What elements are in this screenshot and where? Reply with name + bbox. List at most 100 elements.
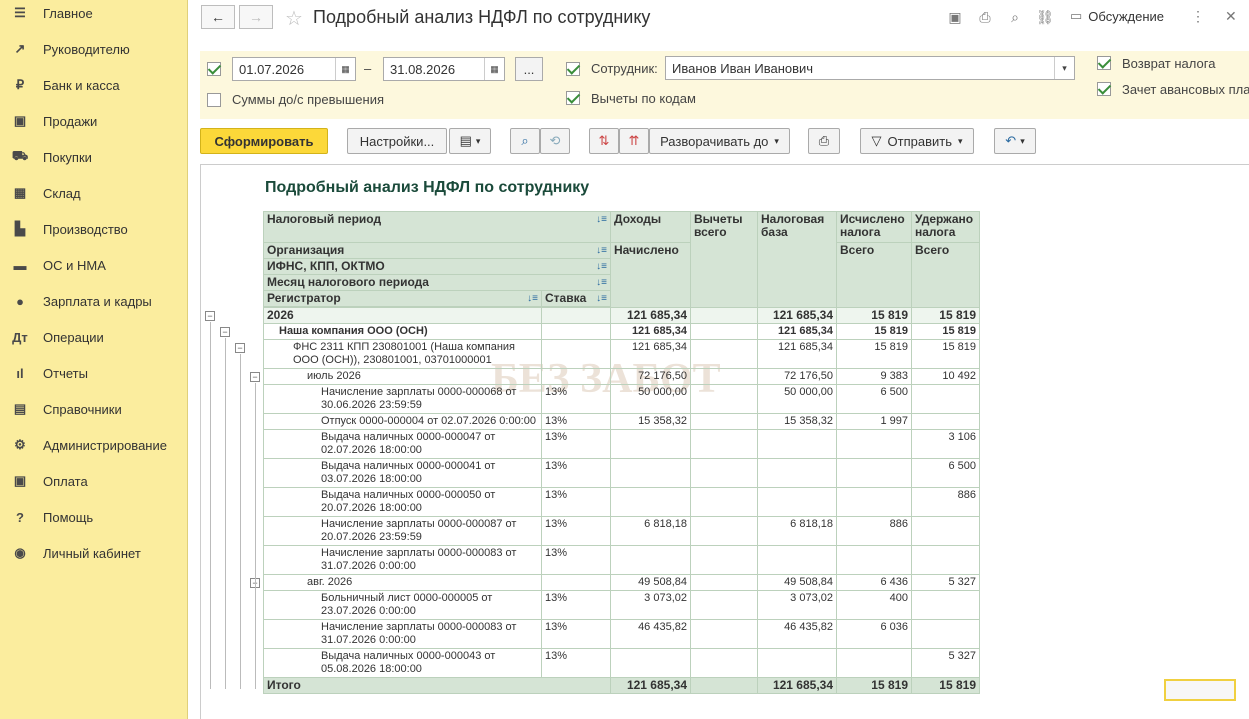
period-select-button[interactable]: ... [515, 57, 543, 81]
row-base [757, 487, 837, 517]
row-rate: 13% [541, 429, 611, 459]
table-row[interactable]: ФНС 2311 КПП 230801001 (Наша компания ОО… [263, 339, 980, 369]
row-ded [690, 413, 758, 430]
print-button[interactable]: ⎙ [808, 128, 840, 154]
expand-to-button[interactable]: Разворачивать до ▾ [649, 128, 790, 154]
header-calc-sub: Всего [836, 242, 912, 308]
sidebar-item-6[interactable]: ▙ Производство [0, 215, 188, 243]
back-button[interactable]: ← [201, 5, 235, 29]
sidebar-item-11[interactable]: ▤ Справочники [0, 395, 188, 423]
sort-icon[interactable]: ↓≡ [596, 260, 607, 273]
sort-icon[interactable]: ↓≡ [596, 292, 607, 305]
row-income: 50 000,00 [610, 384, 691, 414]
table-row[interactable]: Выдача наличных 0000-000041 от 03.07.202… [263, 458, 980, 488]
table-row[interactable]: Начисление зарплаты 0000-000068 от 30.06… [263, 384, 980, 414]
employee-field[interactable]: Иванов Иван Иванович ▾ [665, 56, 1075, 80]
sidebar-item-label: Руководителю [43, 41, 130, 57]
command-bar: Сформировать Настройки... ▤ ▾ ⌕ ⟲ ⇅ ⇈ Раз… [188, 125, 1249, 159]
variants-button[interactable]: ▤ ▾ [449, 128, 491, 154]
star-icon[interactable]: ☆ [285, 6, 303, 31]
table-row[interactable]: Начисление зарплаты 0000-000087 от 20.07… [263, 516, 980, 546]
table-row[interactable]: июль 2026 72 176,50 72 176,50 9 383 10 492 [263, 368, 980, 385]
table-row[interactable]: Наша компания ООО (ОСН) 121 685,34 121 685… [263, 323, 980, 340]
sums-label: Суммы до/с превышения [232, 92, 385, 107]
sidebar-item-15[interactable]: ◉ Личный кабинет [0, 539, 188, 567]
table-row[interactable]: Начисление зарплаты 0000-000083 от 31.07… [263, 619, 980, 649]
table-row[interactable]: Выдача наличных 0000-000050 от 20.07.202… [263, 487, 980, 517]
printer-icon: ⎙ [818, 133, 830, 148]
sidebar-item-7[interactable]: ▬ ОС и НМА [0, 251, 188, 279]
sidebar-item-12[interactable]: ⚙ Администрирование [0, 431, 188, 459]
discussion-button[interactable]: ▭ Обсуждение [1070, 8, 1164, 24]
row-income [610, 429, 691, 459]
sidebar-item-8[interactable]: ● Зарплата и кадры [0, 287, 188, 315]
table-row[interactable]: Выдача наличных 0000-000047 от 02.07.202… [263, 429, 980, 459]
calendar-icon[interactable]: ▦ [335, 58, 355, 80]
print-icon[interactable]: ⎙ [976, 8, 994, 26]
search-cancel-button[interactable]: ⟲ [540, 128, 570, 154]
link-icon[interactable]: ⛓ [1036, 8, 1054, 26]
collapse-toggle-icon[interactable]: − [250, 371, 260, 382]
collapse-toggle-icon[interactable]: − [235, 342, 245, 353]
sidebar-item-10[interactable]: ıl Отчеты [0, 359, 188, 387]
table-row[interactable]: 2026 121 685,34 121 685,34 15 819 15 819 [263, 307, 980, 324]
collapse-toggle-icon[interactable]: − [220, 326, 230, 337]
date-from-field[interactable]: 01.07.2026 ▦ [232, 57, 356, 81]
sort-asc-button[interactable]: ⇅ [589, 128, 619, 154]
send-button[interactable]: ▽ Отправить ▾ [860, 128, 974, 154]
clipboard-icon: ▤ [459, 133, 472, 148]
row-ded [690, 323, 758, 340]
table-row[interactable]: Отпуск 0000-000004 от 02.07.2026 0:00:00… [263, 413, 980, 430]
calendar-icon[interactable]: ▦ [484, 58, 504, 80]
table-row[interactable]: Больничный лист 0000-000005 от 23.07.202… [263, 590, 980, 620]
save-icon[interactable]: ▣ [946, 8, 964, 26]
sidebar-item-label: ОС и НМА [43, 257, 106, 273]
period-checkbox[interactable] [207, 62, 221, 76]
sort-icon[interactable]: ↓≡ [596, 276, 607, 289]
row-label: Выдача наличных 0000-000047 от 02.07.202… [263, 429, 542, 459]
sort-icon[interactable]: ↓≡ [596, 244, 607, 257]
sidebar-item-5[interactable]: ▦ Склад [0, 179, 188, 207]
sidebar-item-9[interactable]: Дт Операции [0, 323, 188, 351]
sidebar-item-2[interactable]: ₽ Банк и касса [0, 71, 188, 99]
expand-label: Разворачивать до [660, 133, 769, 149]
sort-icon[interactable]: ↓≡ [596, 213, 607, 226]
refund-checkbox[interactable] [1097, 56, 1111, 70]
collapse-toggle-icon[interactable]: − [205, 310, 215, 321]
deductions-checkbox[interactable] [566, 91, 580, 105]
dropdown-icon[interactable]: ▾ [1054, 57, 1074, 79]
report-area[interactable]: УЧЕТ БЕЗ ЗАБОТ Подробный анализ НДФЛ по … [200, 164, 1249, 719]
row-base: 49 508,84 [757, 574, 837, 591]
row-wh: 15 819 [911, 339, 980, 369]
table-row[interactable]: Выдача наличных 0000-000043 от 05.08.202… [263, 648, 980, 678]
sort-desc-button[interactable]: ⇈ [619, 128, 649, 154]
search-button[interactable]: ⌕ [510, 128, 540, 154]
settings-button[interactable]: Настройки... [347, 128, 447, 154]
sidebar-item-3[interactable]: ▣ Продажи [0, 107, 188, 135]
row-ded [690, 429, 758, 459]
advance-checkbox[interactable] [1097, 82, 1111, 96]
sort-icon[interactable]: ↓≡ [527, 292, 538, 305]
date-to-field[interactable]: 31.08.2026 ▦ [383, 57, 505, 81]
sums-checkbox[interactable] [207, 93, 221, 107]
row-income: 121 685,34 [610, 339, 691, 369]
sidebar-item-4[interactable]: ⛟ Покупки [0, 143, 188, 171]
employee-checkbox[interactable] [566, 62, 580, 76]
table-row[interactable]: Начисление зарплаты 0000-000083 от 31.07… [263, 545, 980, 575]
row-rate: 13% [541, 413, 611, 430]
table-row[interactable]: авг. 2026 49 508,84 49 508,84 6 436 5 327 [263, 574, 980, 591]
row-base: 72 176,50 [757, 368, 837, 385]
generate-button[interactable]: Сформировать [200, 128, 328, 154]
sidebar-item-0[interactable]: ☰ Главное [0, 0, 188, 27]
more-icon[interactable]: ⋮ [1191, 8, 1205, 25]
close-icon[interactable]: ✕ [1225, 8, 1237, 25]
sidebar-item-14[interactable]: ? Помощь [0, 503, 188, 531]
menu-icon: ☰ [14, 5, 26, 20]
scroll-indicator[interactable] [1164, 679, 1236, 701]
row-income: 49 508,84 [610, 574, 691, 591]
forward-button[interactable]: → [239, 5, 273, 29]
sidebar-item-1[interactable]: ↗ Руководителю [0, 35, 188, 63]
preview-icon[interactable]: ⌕ [1006, 8, 1024, 26]
sidebar-item-13[interactable]: ▣ Оплата [0, 467, 188, 495]
more-actions-button[interactable]: ↶ ▾ [994, 128, 1036, 154]
